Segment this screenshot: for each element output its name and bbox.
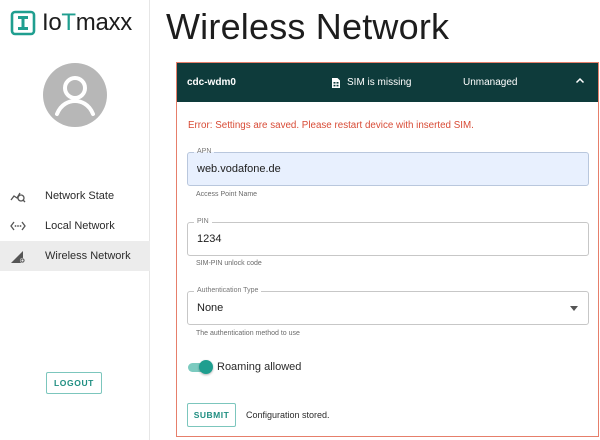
brand-logo[interactable]: IoTmaxx	[10, 9, 132, 37]
modem-settings-card: cdc-wdm0 SIM is missing Unmanaged Error:…	[176, 62, 599, 437]
sidebar-item-label: Wireless Network	[45, 250, 131, 262]
authentication-type-label: Authentication Type	[194, 286, 262, 296]
chevron-up-icon[interactable]	[574, 75, 586, 87]
apn-field[interactable]: APN web.vodafone.de	[187, 147, 589, 186]
iotmaxx-logo-icon	[10, 10, 36, 36]
wireless-network-icon	[11, 251, 26, 264]
pin-field-label: PIN	[194, 217, 212, 227]
authentication-helper-text: The authentication method to use	[196, 330, 300, 337]
page-title: Wireless Network	[166, 6, 450, 47]
local-network-icon	[10, 221, 26, 231]
account-circle-icon[interactable]	[43, 63, 107, 127]
sidebar-item-network-state[interactable]: Network State	[0, 181, 150, 211]
authentication-type-value: None	[197, 302, 224, 314]
logout-button[interactable]: LOGOUT	[46, 372, 102, 394]
authentication-type-select[interactable]: Authentication Type None	[187, 286, 589, 325]
sim-status: SIM is missing	[331, 77, 411, 89]
management-mode: Unmanaged	[463, 77, 518, 88]
network-state-icon	[10, 192, 26, 203]
brand-name: IoTmaxx	[42, 9, 132, 36]
apn-field-value: web.vodafone.de	[197, 163, 281, 175]
apn-helper-text: Access Point Name	[196, 191, 258, 198]
toggle-thumb	[199, 360, 213, 374]
pin-helper-text: SIM-PIN unlock code	[196, 260, 262, 267]
submit-button[interactable]: SUBMIT	[187, 403, 236, 427]
sidebar-item-wireless-network[interactable]: Wireless Network	[0, 241, 150, 271]
roaming-toggle[interactable]	[188, 360, 213, 374]
roaming-toggle-label: Roaming allowed	[217, 361, 302, 373]
interface-name: cdc-wdm0	[187, 77, 236, 88]
sim-status-label: SIM is missing	[347, 77, 412, 88]
card-header[interactable]: cdc-wdm0 SIM is missing Unmanaged	[177, 63, 598, 102]
sidebar: IoTmaxx Network State Local Network Wire…	[0, 0, 150, 440]
dropdown-caret-icon	[570, 306, 578, 311]
error-message: Error: Settings are saved. Please restar…	[188, 120, 474, 131]
sim-card-icon	[332, 77, 340, 88]
sidebar-item-label: Network State	[45, 190, 115, 202]
apn-field-label: APN	[194, 147, 215, 157]
pin-field-value: 1234	[197, 233, 222, 245]
status-message: Configuration stored.	[246, 410, 330, 420]
sidebar-item-local-network[interactable]: Local Network	[0, 211, 150, 241]
sidebar-item-label: Local Network	[45, 220, 115, 232]
pin-field[interactable]: PIN 1234	[187, 217, 589, 256]
